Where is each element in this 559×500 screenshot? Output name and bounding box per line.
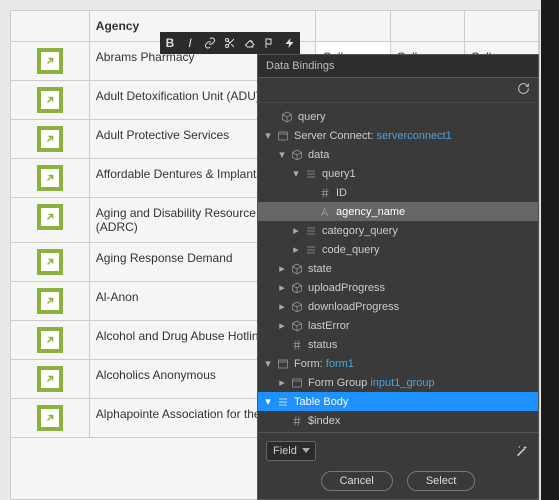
external-link-icon[interactable] [37, 327, 63, 353]
caret-right-icon[interactable]: ▸ [276, 320, 288, 332]
link-icon[interactable] [200, 32, 220, 54]
bindings-tree[interactable]: query ▾ Server Connect: serverconnect1 ▾… [258, 103, 538, 432]
select-button[interactable]: Select [407, 471, 476, 491]
form-icon [276, 129, 290, 143]
hash-icon [290, 338, 304, 352]
caret-down-icon[interactable]: ▾ [276, 149, 288, 161]
caret-down-icon[interactable]: ▾ [262, 358, 274, 370]
refresh-icon[interactable] [517, 82, 530, 98]
tree-node-agency-name[interactable]: agency_name [258, 202, 538, 221]
hash-icon [318, 186, 332, 200]
external-link-icon[interactable] [37, 204, 63, 230]
external-link-icon[interactable] [37, 405, 63, 431]
hash-icon [290, 414, 304, 428]
external-link-icon[interactable] [37, 288, 63, 314]
tree-node-last-error[interactable]: ▸ lastError [258, 316, 538, 335]
tree-node-table-body[interactable]: ▾ Table Body [258, 392, 538, 411]
tree-node-category-query[interactable]: ▸ category_query [258, 221, 538, 240]
caret-right-icon[interactable]: ▸ [276, 282, 288, 294]
caret-right-icon[interactable]: ▸ [290, 244, 302, 256]
form-icon [276, 357, 290, 371]
text-icon [318, 205, 332, 219]
caret-right-icon[interactable]: ▸ [276, 301, 288, 313]
cancel-button[interactable]: Cancel [321, 471, 393, 491]
external-link-icon[interactable] [37, 249, 63, 275]
caret-right-icon[interactable]: ▸ [276, 377, 288, 389]
cube-icon [280, 110, 294, 124]
bold-button[interactable]: B [160, 32, 180, 54]
side-strip [541, 0, 559, 500]
tree-node-state[interactable]: ▸ state [258, 259, 538, 278]
tree-node-data[interactable]: ▾ data [258, 145, 538, 164]
tree-node-code-query[interactable]: ▸ code_query [258, 240, 538, 259]
caret-right-icon[interactable]: ▸ [290, 225, 302, 237]
cube-icon [290, 262, 304, 276]
tree-label: Server Connect: serverconnect1 [294, 130, 452, 142]
data-bindings-panel: Data Bindings query ▾ Server Connect: se… [257, 54, 539, 500]
cube-icon [290, 300, 304, 314]
tree-node-id[interactable]: ID [258, 183, 538, 202]
external-link-icon[interactable] [37, 48, 63, 74]
tree-node-server-connect[interactable]: ▾ Server Connect: serverconnect1 [258, 126, 538, 145]
italic-button[interactable]: I [180, 32, 200, 54]
tree-node-query1[interactable]: ▾ query1 [258, 164, 538, 183]
field-select[interactable]: Field [266, 441, 316, 461]
eraser-icon[interactable] [240, 32, 260, 54]
external-link-icon[interactable] [37, 165, 63, 191]
flag-icon[interactable] [260, 32, 280, 54]
scissors-icon[interactable] [220, 32, 240, 54]
tree-node-upload-progress[interactable]: ▸ uploadProgress [258, 278, 538, 297]
cube-icon [290, 148, 304, 162]
tree-node-sindex[interactable]: $index [258, 411, 538, 430]
cube-icon [290, 319, 304, 333]
tree-node-form-group[interactable]: ▸ Form Group input1_group [258, 373, 538, 392]
caret-down-icon[interactable]: ▾ [262, 130, 274, 142]
tree-node-status[interactable]: status [258, 335, 538, 354]
caret-down-icon[interactable]: ▾ [262, 396, 274, 408]
tree-label: Form: form1 [294, 358, 354, 370]
list-icon [304, 167, 318, 181]
tree-node-query[interactable]: query [258, 107, 538, 126]
lightning-icon[interactable] [280, 32, 300, 54]
form-icon [290, 376, 304, 390]
tree-node-form[interactable]: ▾ Form: form1 [258, 354, 538, 373]
caret-right-icon[interactable]: ▸ [276, 263, 288, 275]
list-icon [304, 243, 318, 257]
list-icon [304, 224, 318, 238]
external-link-icon[interactable] [37, 87, 63, 113]
panel-title: Data Bindings [266, 60, 335, 72]
cube-icon [290, 281, 304, 295]
list-icon [276, 395, 290, 409]
format-toolbar: B I [160, 32, 300, 54]
tree-label: Form Group input1_group [308, 377, 435, 389]
external-link-icon[interactable] [37, 366, 63, 392]
magic-wand-icon[interactable] [512, 442, 530, 460]
tree-node-download-progress[interactable]: ▸ downloadProgress [258, 297, 538, 316]
caret-down-icon[interactable]: ▾ [290, 168, 302, 180]
external-link-icon[interactable] [37, 126, 63, 152]
